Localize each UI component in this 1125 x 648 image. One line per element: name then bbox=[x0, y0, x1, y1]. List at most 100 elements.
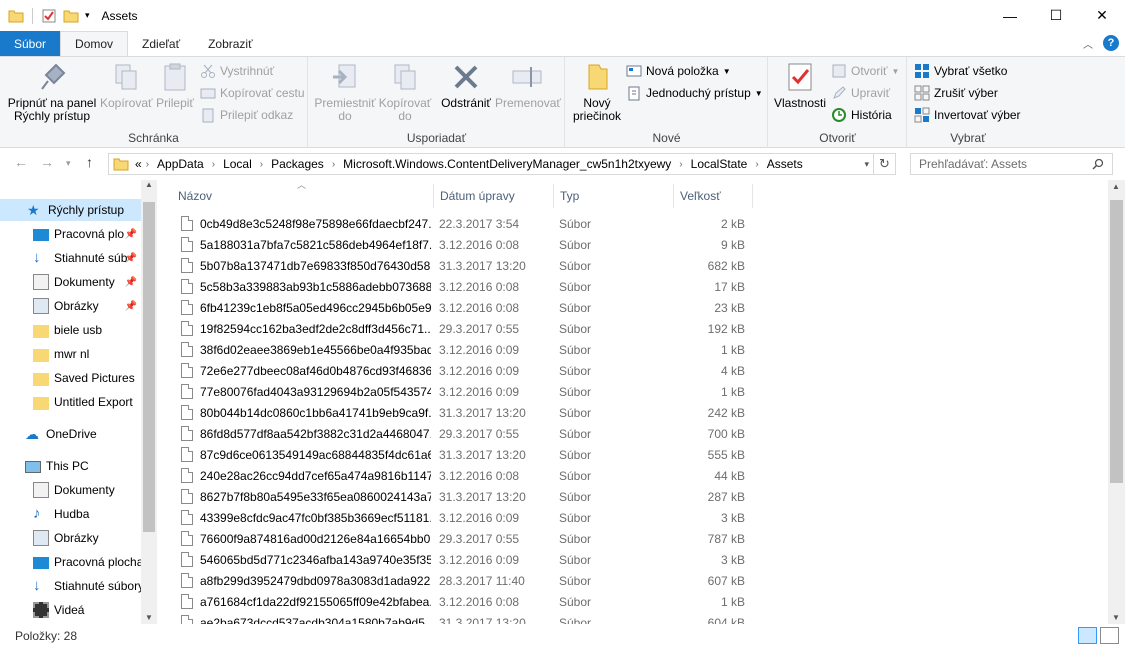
chevron-right-icon[interactable]: › bbox=[332, 159, 335, 170]
tab-file[interactable]: Súbor bbox=[0, 31, 61, 56]
pin-icon[interactable]: 📌 bbox=[125, 301, 137, 312]
new-folder-icon[interactable] bbox=[63, 8, 79, 24]
nav-item-folder[interactable]: biele usb bbox=[0, 319, 141, 341]
chevron-right-icon[interactable]: › bbox=[212, 159, 215, 170]
column-header-type[interactable]: Typ bbox=[554, 184, 674, 208]
breadcrumb-overflow[interactable]: « bbox=[135, 157, 142, 171]
table-row[interactable]: 76600f9a874816ad00d2126e84a16654bb0... 29… bbox=[177, 528, 757, 549]
nav-item-desktop[interactable]: Pracovná plo 📌 bbox=[0, 223, 141, 245]
chevron-right-icon[interactable]: › bbox=[260, 159, 263, 170]
chevron-right-icon[interactable]: › bbox=[679, 159, 682, 170]
properties-button[interactable]: Vlastnosti bbox=[771, 61, 829, 110]
open-button[interactable]: Otvoriť ▼ bbox=[831, 63, 899, 79]
column-header-size[interactable]: Veľkosť bbox=[674, 184, 753, 208]
copy-to-button[interactable]: Kopírovať do bbox=[377, 61, 433, 123]
nav-item-pictures[interactable]: Obrázky bbox=[0, 527, 141, 549]
file-list-scrollbar[interactable]: ▲ ▼ bbox=[1108, 180, 1125, 624]
copy-path-button[interactable]: Kopírovať cestu bbox=[200, 85, 305, 101]
tab-view[interactable]: Zobraziť bbox=[194, 31, 267, 56]
breadcrumb-item[interactable]: Microsoft.Windows.ContentDeliveryManager… bbox=[343, 157, 671, 171]
recent-locations-icon[interactable]: ▾ bbox=[66, 158, 71, 169]
tab-share[interactable]: Zdieľať bbox=[128, 31, 194, 56]
forward-arrow-icon[interactable]: → bbox=[40, 154, 54, 170]
minimize-button[interactable]: — bbox=[987, 0, 1033, 31]
table-row[interactable]: ae2ba673dccd537acdb304a1580b7ab9d5... 31.… bbox=[177, 612, 757, 624]
table-row[interactable]: a8fb299d3952479dbd0978a3083d1ada922... 28… bbox=[177, 570, 757, 591]
nav-item-music[interactable]: ♪ Hudba bbox=[0, 503, 141, 525]
breadcrumb-item[interactable]: AppData bbox=[157, 157, 204, 171]
new-item-button[interactable]: Nová položka ▼ bbox=[626, 63, 731, 79]
nav-item-downloads[interactable]: ↓ Stiahnuté súbory bbox=[0, 575, 144, 597]
folder-icon[interactable] bbox=[8, 8, 24, 24]
up-arrow-icon[interactable]: ↑ bbox=[86, 154, 93, 170]
nav-item-folder[interactable]: Untitled Export bbox=[0, 391, 141, 413]
scroll-up-icon[interactable]: ▲ bbox=[1112, 182, 1120, 191]
tab-home[interactable]: Domov bbox=[60, 31, 129, 56]
properties-icon[interactable] bbox=[41, 8, 57, 24]
table-row[interactable]: 5c58b3a339883ab93b1c5886adebb073688... 3.… bbox=[177, 276, 757, 297]
nav-item-downloads[interactable]: ↓ Stiahnuté súb 📌 bbox=[0, 247, 141, 269]
table-row[interactable]: 72e6e277dbeec08af46d0b4876cd93f46836... 3… bbox=[177, 360, 757, 381]
address-bar[interactable]: « › AppData › Local › Packages › Microso… bbox=[108, 153, 896, 175]
table-row[interactable]: 80b044b14dc0860c1bb6a41741b9eb9ca9f... 31… bbox=[177, 402, 757, 423]
scroll-down-icon[interactable]: ▼ bbox=[1112, 613, 1120, 622]
table-row[interactable]: 43399e8cfdc9ac47fc0bf385b3669ecf51181...… bbox=[177, 507, 757, 528]
details-view-button[interactable] bbox=[1078, 627, 1097, 644]
nav-item-desktop[interactable]: Pracovná plocha bbox=[0, 551, 143, 573]
column-header-date[interactable]: Dátum úpravy bbox=[434, 184, 554, 208]
pin-quick-access-button[interactable]: Pripnúť na panel Rýchly prístup bbox=[6, 61, 98, 123]
table-row[interactable]: 6fb41239c1eb8f5a05ed496cc2945b6b05e9... 3… bbox=[177, 297, 757, 318]
invert-selection-button[interactable]: Invertovať výber bbox=[914, 107, 1021, 123]
table-row[interactable]: 87c9d6ce0613549149ac68844835f4dc61a6... 3… bbox=[177, 444, 757, 465]
table-row[interactable]: 8627b7f8b80a5495e33f65ea0860024143a7... 3… bbox=[177, 486, 757, 507]
nav-item-documents[interactable]: Dokumenty 📌 bbox=[0, 271, 141, 293]
nav-item-pictures[interactable]: Obrázky 📌 bbox=[0, 295, 141, 317]
paste-shortcut-button[interactable]: Prilepiť odkaz bbox=[200, 107, 293, 123]
back-arrow-icon[interactable]: ← bbox=[14, 154, 28, 170]
nav-item-videos[interactable]: Videá bbox=[0, 599, 141, 621]
scrollbar-thumb[interactable] bbox=[143, 202, 155, 532]
help-icon[interactable]: ? bbox=[1103, 35, 1119, 51]
search-input[interactable]: Prehľadávať: Assets bbox=[910, 153, 1113, 175]
breadcrumb-item[interactable]: Packages bbox=[271, 157, 324, 171]
select-none-button[interactable]: Zrušiť výber bbox=[914, 85, 998, 101]
nav-item-onedrive[interactable]: ☁ OneDrive bbox=[0, 423, 141, 445]
nav-item-this-pc[interactable]: This PC bbox=[0, 455, 141, 477]
rename-button[interactable]: Premenovať bbox=[495, 61, 561, 110]
close-button[interactable]: ✕ bbox=[1079, 0, 1125, 31]
new-folder-button[interactable]: Nový priečinok bbox=[570, 61, 624, 123]
navigation-scrollbar[interactable]: ▲ ▼ bbox=[141, 180, 157, 624]
column-header-name[interactable]: Názov bbox=[172, 184, 434, 208]
table-row[interactable]: 0cb49d8e3c5248f98e75898e66fdaecbf247... 2… bbox=[177, 213, 757, 234]
pin-icon[interactable]: 📌 bbox=[125, 253, 137, 264]
maximize-button[interactable]: ☐ bbox=[1033, 0, 1079, 31]
nav-item-folder[interactable]: Saved Pictures bbox=[0, 367, 141, 389]
nav-item-quick-access[interactable]: ★ Rýchly prístup bbox=[0, 199, 141, 221]
address-dropdown-icon[interactable]: ▾ bbox=[864, 159, 869, 170]
table-row[interactable]: 19f82594cc162ba3edf2de2c8dff3d456c71... 2… bbox=[177, 318, 757, 339]
large-icons-view-button[interactable] bbox=[1100, 627, 1119, 644]
pin-icon[interactable]: 📌 bbox=[125, 229, 137, 240]
delete-button[interactable]: Odstrániť bbox=[437, 61, 495, 110]
paste-button[interactable]: Prilepiť bbox=[154, 61, 196, 110]
customize-toolbar-icon[interactable]: ▾ bbox=[85, 10, 90, 21]
search-icon[interactable] bbox=[1092, 158, 1104, 170]
edit-button[interactable]: Upraviť bbox=[831, 85, 890, 101]
nav-item-documents[interactable]: Dokumenty bbox=[0, 479, 141, 501]
refresh-icon[interactable]: ↻ bbox=[873, 154, 895, 174]
table-row[interactable]: 77e80076fad4043a93129694b2a05f543574... 3… bbox=[177, 381, 757, 402]
breadcrumb-item[interactable]: Assets bbox=[767, 157, 803, 171]
table-row[interactable]: 5a188031a7bfa7c5821c586deb4964ef18f7... 3… bbox=[177, 234, 757, 255]
scrollbar-thumb[interactable] bbox=[1110, 200, 1123, 483]
table-row[interactable]: a761684cf1da22df92155065ff09e42bfabea...… bbox=[177, 591, 757, 612]
table-row[interactable]: 38f6d02eaee3869eb1e45566be0a4f935bad... 3… bbox=[177, 339, 757, 360]
scroll-down-icon[interactable]: ▼ bbox=[145, 613, 153, 622]
chevron-right-icon[interactable]: › bbox=[146, 159, 149, 170]
cut-button[interactable]: Vystrihnúť bbox=[200, 63, 274, 79]
select-all-button[interactable]: Vybrať všetko bbox=[914, 63, 1007, 79]
pin-icon[interactable]: 📌 bbox=[125, 277, 137, 288]
breadcrumb-item[interactable]: LocalState bbox=[691, 157, 748, 171]
history-button[interactable]: História bbox=[831, 107, 892, 123]
scroll-up-icon[interactable]: ▲ bbox=[145, 180, 153, 189]
chevron-right-icon[interactable]: › bbox=[755, 159, 758, 170]
